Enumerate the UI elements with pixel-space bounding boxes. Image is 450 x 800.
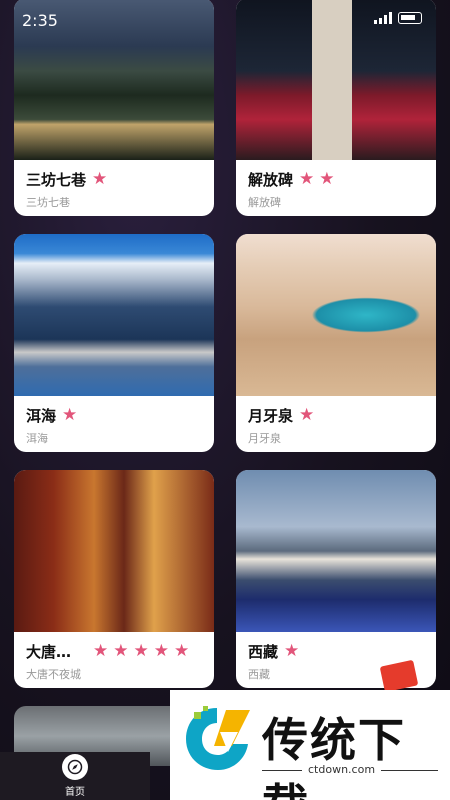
home-tab-label: 首页: [65, 787, 85, 798]
destination-card[interactable]: 洱海 ★ 洱海: [14, 234, 214, 452]
rating-stars: ★: [299, 404, 315, 425]
status-icons: [374, 12, 422, 24]
compass-icon: [62, 754, 88, 780]
destination-subtitle: 大唐不夜城: [26, 668, 81, 681]
destination-card[interactable]: 月牙泉 ★ 月牙泉: [236, 234, 436, 452]
card-title-row: 三坊七巷 ★: [14, 164, 214, 194]
brand-watermark: 传统下载 ctdown.com: [170, 690, 450, 800]
star-icon: ★: [299, 168, 315, 189]
destination-photo: [14, 234, 214, 396]
brand-title: 传统下载: [262, 713, 406, 800]
destination-subtitle: 月牙泉: [248, 432, 281, 445]
destination-name: 解放碑: [248, 170, 294, 189]
destination-card[interactable]: 西藏 ★ 西藏: [236, 470, 436, 688]
signal-icon: [374, 12, 392, 24]
star-icon: ★: [92, 168, 108, 189]
brand-url: ctdown.com: [302, 763, 382, 776]
destination-card[interactable]: 大唐… ★ ★ ★ ★ ★ 大唐不夜城: [14, 470, 214, 688]
rating-stars: ★ ★: [299, 168, 335, 189]
destination-subtitle: 解放碑: [248, 196, 281, 209]
destination-name: 洱海: [26, 406, 57, 425]
rating-stars: ★: [62, 404, 78, 425]
destination-photo: [14, 470, 214, 632]
star-icon: ★: [62, 404, 78, 425]
destination-subtitle: 三坊七巷: [26, 196, 70, 209]
star-icon: ★: [133, 640, 149, 661]
star-icon: ★: [113, 640, 129, 661]
status-bar: 2:35: [0, 0, 450, 40]
rating-stars: ★: [284, 640, 300, 661]
star-icon: ★: [284, 640, 300, 661]
destination-name: 西藏: [248, 642, 279, 661]
card-title-row: 洱海 ★: [14, 400, 214, 430]
star-icon: ★: [93, 640, 109, 661]
destination-name: 三坊七巷: [26, 170, 87, 189]
star-icon: ★: [153, 640, 170, 661]
destination-photo: [236, 234, 436, 396]
star-icon: ★: [174, 640, 190, 661]
card-title-row: 大唐… ★ ★ ★ ★ ★: [14, 636, 214, 666]
rating-stars: ★ ★ ★ ★ ★: [93, 640, 190, 661]
destination-name: 月牙泉: [248, 406, 294, 425]
destination-subtitle: 洱海: [26, 432, 48, 445]
status-time: 2:35: [22, 11, 58, 30]
destination-name: 大唐…: [26, 642, 72, 661]
brand-logo-icon: [186, 706, 250, 770]
destination-photo: [236, 470, 436, 632]
card-title-row: 月牙泉 ★: [236, 400, 436, 430]
bottom-nav-home[interactable]: 首页: [0, 752, 150, 800]
rating-stars: ★: [92, 168, 108, 189]
battery-icon: [398, 12, 422, 24]
star-icon: ★: [319, 168, 335, 189]
card-title-row: 解放碑 ★ ★: [236, 164, 436, 194]
star-icon: ★: [299, 404, 315, 425]
